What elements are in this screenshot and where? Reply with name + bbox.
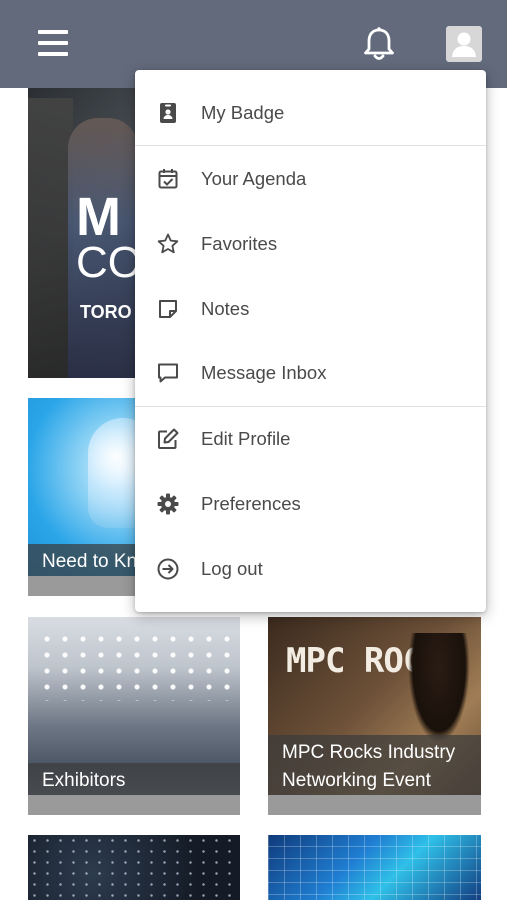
menu-item-label: Preferences [201, 493, 301, 514]
menu-item-label: Edit Profile [201, 428, 291, 449]
exhibit-hall-image [38, 631, 233, 701]
star-icon [155, 231, 181, 257]
menu-item-favorites[interactable]: Favorites [135, 212, 486, 276]
menu-item-my-badge[interactable]: My Badge [135, 81, 486, 145]
menu-item-log-out[interactable]: Log out [135, 537, 486, 601]
menu-item-label: Favorites [201, 233, 278, 254]
starfield-tile[interactable] [28, 835, 240, 900]
menu-item-label: Your Agenda [201, 168, 307, 189]
tile-caption: Exhibitors [28, 763, 240, 815]
mpc-rocks-tile[interactable]: MPC ROCKS MPC Rocks Industry Networking … [268, 617, 481, 815]
screens-image [268, 835, 481, 900]
screens-tile[interactable] [268, 835, 481, 900]
user-dropdown-menu: My Badge Your Agenda Favorites Notes Mes… [135, 70, 486, 612]
menu-item-edit-profile[interactable]: Edit Profile [135, 407, 486, 471]
menu-item-your-agenda[interactable]: Your Agenda [135, 147, 486, 211]
bell-icon[interactable] [362, 26, 396, 62]
menu-item-notes[interactable]: Notes [135, 277, 486, 341]
hero-text-line2: CO [76, 238, 142, 287]
logout-icon [155, 556, 181, 582]
edit-icon [155, 426, 181, 452]
menu-item-label: Message Inbox [201, 362, 327, 383]
tile-caption: MPC Rocks Industry Networking Event [268, 735, 481, 815]
menu-item-preferences[interactable]: Preferences [135, 472, 486, 536]
menu-item-label: Log out [201, 558, 263, 579]
starfield-image [28, 835, 240, 900]
hamburger-icon[interactable] [38, 30, 68, 56]
hero-photo-figure [28, 98, 73, 378]
menu-item-label: Notes [201, 298, 250, 319]
menu-item-label: My Badge [201, 102, 285, 123]
note-icon [155, 296, 181, 322]
performer-image [408, 633, 470, 743]
user-avatar-icon[interactable] [446, 26, 482, 62]
exhibitors-tile[interactable]: Exhibitors [28, 617, 240, 815]
badge-icon [155, 100, 181, 126]
hero-text-line3: TORO [80, 302, 132, 322]
calendar-check-icon [155, 166, 181, 192]
menu-divider [135, 145, 486, 146]
menu-item-message-inbox[interactable]: Message Inbox [135, 341, 486, 405]
message-icon [155, 360, 181, 386]
gear-icon [155, 491, 181, 517]
